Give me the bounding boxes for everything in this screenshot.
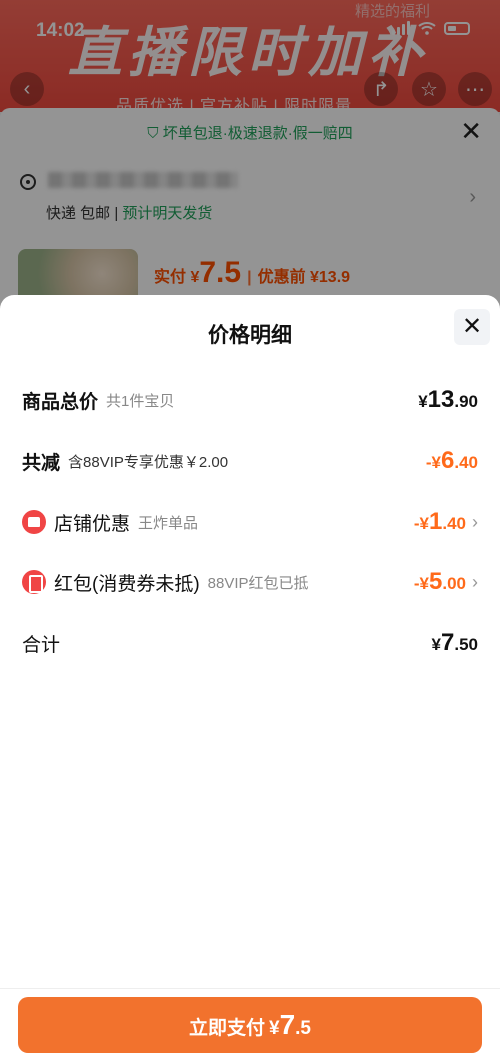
row-label: 合计 bbox=[22, 634, 61, 656]
chevron-right-icon: › bbox=[472, 511, 478, 532]
row-grand-total: 合计 ¥7.50 bbox=[22, 625, 478, 661]
row-sub: 共1件宝贝 bbox=[106, 392, 175, 410]
row-label: 商品总价 bbox=[22, 391, 99, 413]
pay-amount-dec: .5 bbox=[295, 1018, 312, 1039]
pay-label: 立即支付 bbox=[188, 1018, 265, 1039]
row-amount: -¥ 6.40 bbox=[425, 447, 478, 474]
shop-icon bbox=[22, 510, 46, 534]
chevron-right-icon: › bbox=[472, 571, 478, 592]
row-red-packet[interactable]: 红包(消费券未抵) 88VIP红包已抵 -¥ 5.00 › bbox=[22, 564, 478, 600]
row-shop-discount[interactable]: 店铺优惠 王炸单品 -¥ 1.40 › bbox=[22, 504, 478, 540]
row-amount: -¥ 1.40 bbox=[413, 508, 466, 535]
pay-now-button[interactable]: 立即支付 ¥7.5 bbox=[18, 997, 482, 1053]
row-sub: 含88VIP专享优惠￥2.00 bbox=[68, 453, 229, 471]
row-amount: ¥7.50 bbox=[431, 629, 478, 656]
sheet-title: 价格明细 bbox=[208, 324, 292, 347]
pay-amount-int: 7 bbox=[279, 1009, 296, 1040]
bottom-bar: 立即支付 ¥7.5 bbox=[0, 988, 500, 1058]
close-icon: ✕ bbox=[461, 313, 483, 340]
row-label: 店铺优惠 bbox=[54, 513, 131, 535]
row-goods-total: 商品总价 共1件宝贝 ¥13.90 bbox=[22, 382, 478, 418]
close-button[interactable]: ✕ bbox=[454, 309, 490, 345]
row-amount: -¥ 5.00 bbox=[413, 568, 466, 595]
red-packet-icon bbox=[22, 570, 46, 594]
row-label: 红包(消费券未抵) bbox=[54, 573, 200, 595]
row-total-discount: 共减 含88VIP专享优惠￥2.00 -¥ 6.40 bbox=[22, 443, 478, 479]
price-detail-sheet: 价格明细 ✕ 商品总价 共1件宝贝 ¥13.90 共减 含88VIP专享优惠￥2… bbox=[0, 295, 500, 1058]
row-sub: 王炸单品 bbox=[138, 514, 199, 532]
pay-currency: ¥ bbox=[269, 1018, 280, 1039]
row-sub: 88VIP红包已抵 bbox=[207, 574, 309, 592]
row-label: 共减 bbox=[22, 452, 61, 474]
row-amount: ¥13.90 bbox=[418, 386, 478, 413]
